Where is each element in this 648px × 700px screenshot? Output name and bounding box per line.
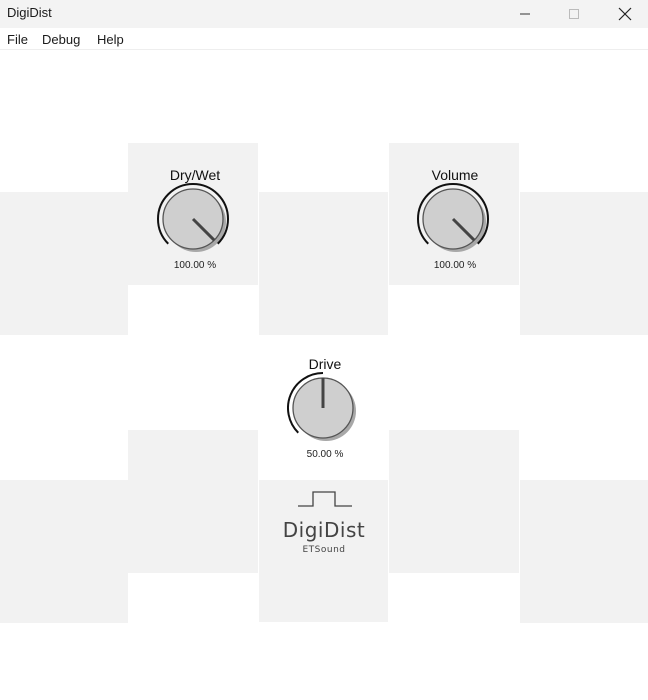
volume-knob[interactable] bbox=[417, 183, 493, 259]
drive-label: Drive bbox=[308, 356, 342, 372]
title-bar: DigiDist bbox=[0, 0, 648, 28]
logo-subtitle: ETSound bbox=[302, 545, 346, 555]
close-button[interactable] bbox=[602, 0, 648, 28]
volume-label: Volume bbox=[431, 167, 479, 183]
minimize-icon bbox=[520, 13, 530, 15]
maximize-button[interactable] bbox=[551, 0, 597, 28]
panel-right-mid bbox=[389, 430, 519, 573]
drive-value: 50.00 % bbox=[306, 449, 344, 460]
square-wave-icon bbox=[298, 491, 352, 507]
dry-wet-knob[interactable] bbox=[157, 183, 233, 259]
dry-wet-value: 100.00 % bbox=[173, 260, 217, 271]
menu-file[interactable]: File bbox=[7, 32, 28, 47]
menu-bar: File Debug Help bbox=[0, 28, 648, 50]
panel-center-top bbox=[259, 192, 388, 335]
maximize-icon bbox=[569, 9, 579, 19]
minimize-button[interactable] bbox=[502, 0, 548, 28]
panel-left-bottom bbox=[0, 480, 128, 623]
drive-knob[interactable] bbox=[287, 372, 363, 448]
close-icon bbox=[618, 7, 632, 21]
window-title: DigiDist bbox=[7, 5, 52, 20]
panel-right-bottom bbox=[520, 480, 648, 623]
logo-name: DigiDist bbox=[282, 518, 366, 542]
panel-left-mid bbox=[128, 430, 258, 573]
dry-wet-label: Dry/Wet bbox=[169, 167, 221, 183]
panel-left-top bbox=[0, 192, 128, 335]
menu-help[interactable]: Help bbox=[97, 32, 124, 47]
menu-debug[interactable]: Debug bbox=[42, 32, 80, 47]
volume-value: 100.00 % bbox=[433, 260, 477, 271]
panel-right-top bbox=[520, 192, 648, 335]
